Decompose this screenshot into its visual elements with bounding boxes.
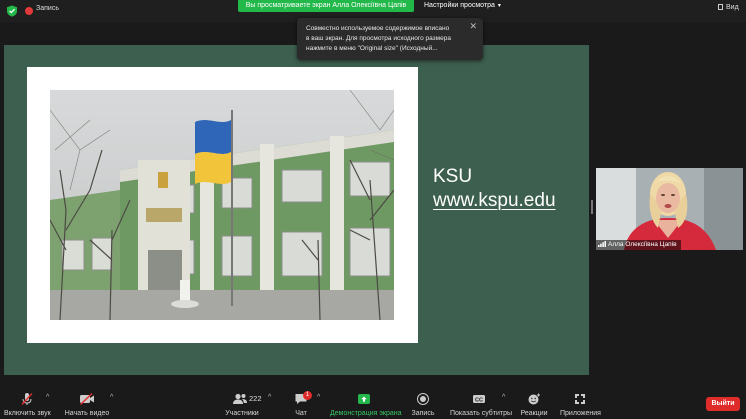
slide-url-link: www.kspu.edu xyxy=(433,190,556,211)
recording-dot-icon xyxy=(25,7,33,15)
record-button[interactable]: Запись xyxy=(410,392,436,417)
viewing-screen-banner: Вы просматриваете экран Алла Олексіївна … xyxy=(238,0,414,12)
view-options-button[interactable]: Настройки просмотра ▾ xyxy=(424,0,501,12)
participant-name: Алла Олексіївна Цапів xyxy=(608,241,677,248)
view-button[interactable]: Вид xyxy=(718,4,739,11)
apps-label: Приложения xyxy=(560,410,601,417)
participants-options-chevron-up-icon[interactable]: ^ xyxy=(268,394,271,401)
tooltip-line-2: в ваш экран. Для просмотра исходного раз… xyxy=(306,35,451,42)
participant-video-frame xyxy=(596,168,743,250)
participant-name-label: Алла Олексіївна Цапів xyxy=(596,240,681,250)
share-screen-button[interactable]: Демонстрация экрана xyxy=(330,392,402,417)
captions-icon-text: CC xyxy=(475,397,483,403)
participant-video-tile[interactable]: Алла Олексіївна Цапів xyxy=(596,168,743,250)
zoom-window: Запись Вы просматриваете экран Алла Олек… xyxy=(0,0,746,419)
record-label: Запись xyxy=(411,410,435,417)
signal-bars-icon xyxy=(598,241,606,247)
shared-screen: KSU www.kspu.edu xyxy=(4,45,589,375)
video-camera-off-icon xyxy=(80,392,94,406)
recording-label: Запись xyxy=(36,5,59,12)
close-icon[interactable]: ✕ xyxy=(469,22,477,31)
share-screen-label: Демонстрация экрана xyxy=(330,410,402,417)
captions-options-chevron-up-icon[interactable]: ^ xyxy=(502,394,505,401)
chat-unread-badge: 1 xyxy=(303,391,312,400)
show-captions-label: Показать субтитры xyxy=(450,410,513,417)
security-shield-icon[interactable] xyxy=(6,5,18,17)
chat-label: Чат xyxy=(295,410,307,417)
meeting-toolbar: Включить звук ^ Начать видео ^ Участники… xyxy=(0,388,746,419)
tooltip-line-3: нажмите в меню "Original size" (Исходный… xyxy=(306,45,438,52)
view-layout-icon xyxy=(718,4,723,10)
participants-count: 222 xyxy=(249,394,262,403)
university-building-photo xyxy=(50,90,394,320)
fit-to-window-tooltip: Совместно используемое содержимое вписан… xyxy=(297,18,483,60)
chat-options-chevron-up-icon[interactable]: ^ xyxy=(317,394,320,401)
tooltip-line-1: Совместно используемое содержимое вписан… xyxy=(306,25,450,32)
view-button-label: Вид xyxy=(726,4,739,11)
reactions-label: Реакции xyxy=(520,410,548,417)
participants-icon xyxy=(233,393,247,404)
chevron-down-icon: ▾ xyxy=(497,3,501,9)
reactions-button[interactable]: Реакции xyxy=(520,392,548,417)
slide-image-frame xyxy=(27,67,418,343)
smiley-face-icon xyxy=(528,393,540,405)
start-video-label: Начать видео xyxy=(64,410,110,417)
share-screen-icon xyxy=(358,394,370,404)
closed-captions-icon: CC xyxy=(473,395,485,403)
view-options-label: Настройки просмотра xyxy=(424,2,495,9)
apps-icon xyxy=(575,394,585,404)
slide-title: KSU xyxy=(433,166,473,187)
unmute-button[interactable]: Включить звук xyxy=(4,392,51,417)
panel-resize-handle[interactable] xyxy=(591,200,593,214)
apps-button[interactable]: Приложения xyxy=(560,392,601,417)
microphone-muted-icon xyxy=(21,393,33,405)
leave-meeting-button[interactable]: Выйти xyxy=(706,397,740,411)
video-options-chevron-up-icon[interactable]: ^ xyxy=(110,394,113,401)
show-captions-button[interactable]: CC Показать субтитры xyxy=(450,392,513,417)
unmute-label: Включить звук xyxy=(4,410,51,417)
start-video-button[interactable]: Начать видео xyxy=(64,392,110,417)
audio-options-chevron-up-icon[interactable]: ^ xyxy=(46,394,49,401)
participants-label: Участники xyxy=(225,410,259,417)
record-icon xyxy=(417,393,429,405)
